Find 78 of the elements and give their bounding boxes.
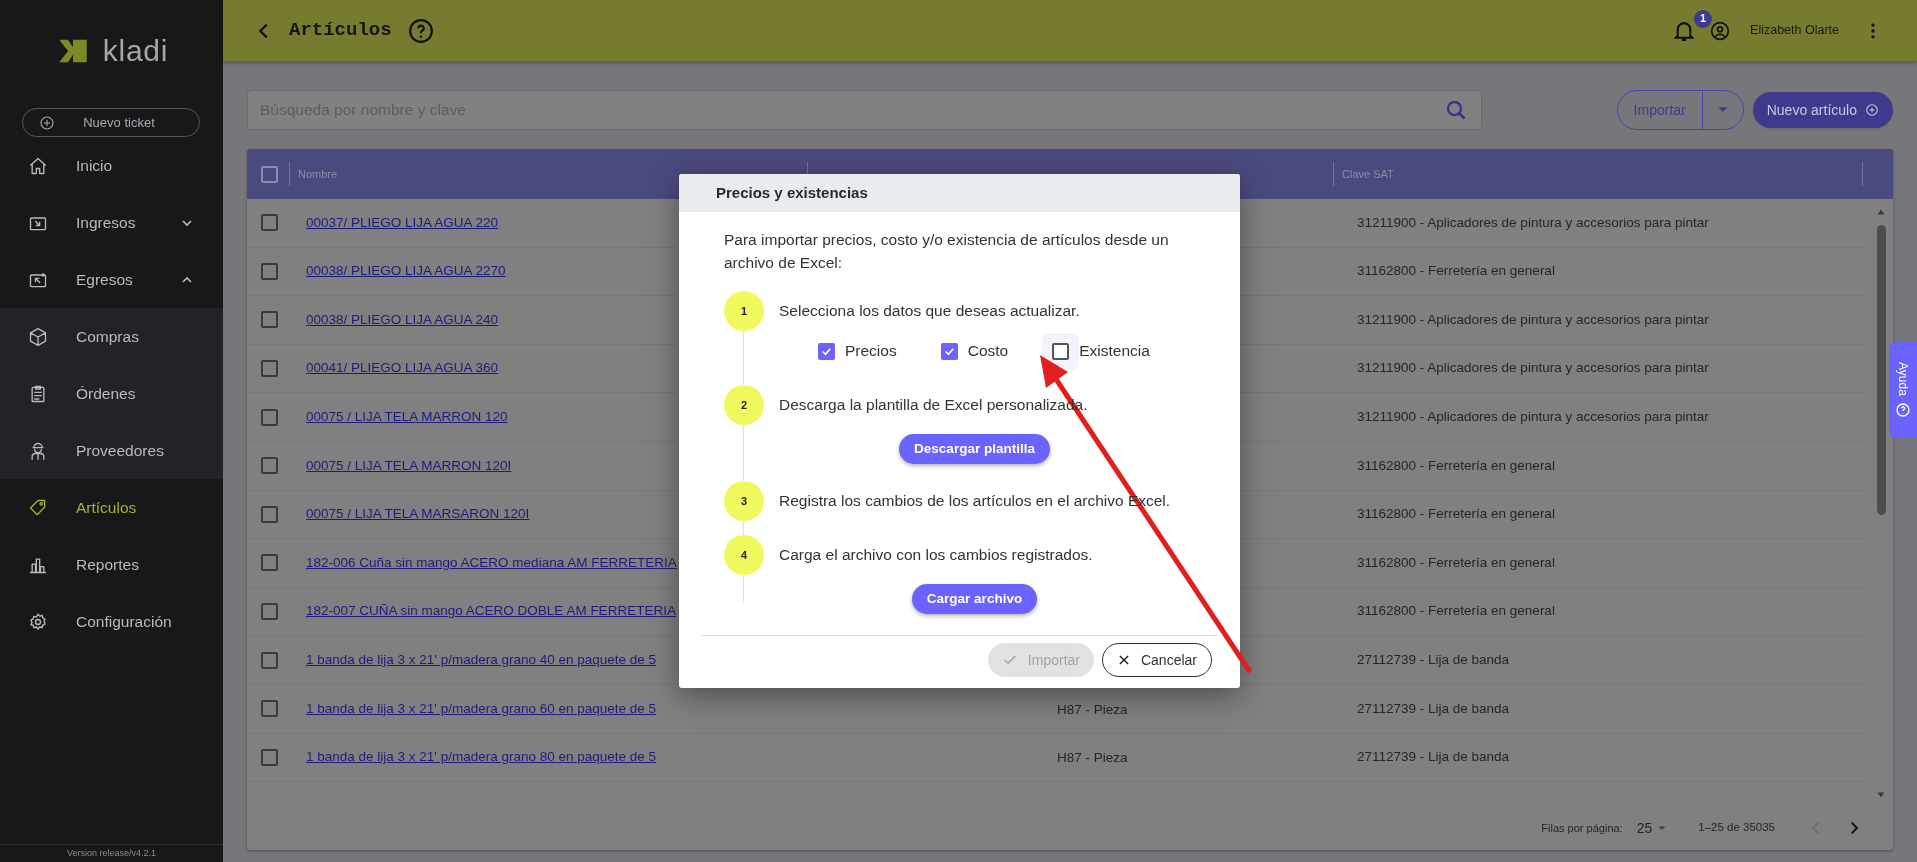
checkbox[interactable]	[261, 603, 278, 621]
new-article-button[interactable]: Nuevo artículo	[1752, 92, 1893, 128]
version-text: Version release/v4.2.1	[66, 846, 157, 860]
sidebar-item[interactable]: Configuración	[0, 593, 223, 650]
checkbox[interactable]	[261, 165, 278, 183]
checkbox[interactable]	[261, 262, 278, 280]
checkbox[interactable]	[261, 214, 278, 232]
page-range: 1–25 de 35035	[1698, 820, 1775, 836]
user-avatar-icon[interactable]	[1710, 20, 1731, 41]
sidebar-item[interactable]: Egresos	[0, 251, 223, 308]
sidebar-item[interactable]: Compras	[0, 308, 223, 365]
close-icon	[1116, 653, 1131, 667]
plus-circle-icon	[1865, 103, 1879, 117]
intro-text: Para importar precios, costo y/o existencia de artículos desde un archivo de Excel:	[724, 230, 1170, 273]
checkbox-label[interactable]: Costo	[967, 339, 1009, 363]
step-number: 4	[724, 535, 764, 575]
rows-per-page-label: Filas por página:	[1541, 820, 1623, 836]
dialog-title: Precios y existencias	[716, 182, 868, 203]
notification-badge: 1	[1694, 9, 1713, 28]
download-template-button[interactable]: Descargar plantilla	[899, 434, 1050, 464]
table-cell-text: 31162800 - Ferretería en general	[1357, 553, 1555, 572]
checkbox[interactable]	[261, 457, 278, 475]
step-text: Selecciona los datos que deseas actualizar.	[779, 301, 1080, 322]
help-circle-icon	[1895, 401, 1911, 418]
checkbox-label[interactable]: Existencia	[1079, 339, 1150, 363]
table-cell-text: 31162800 - Ferretería en general	[1357, 602, 1555, 621]
search-icon[interactable]	[1444, 98, 1468, 122]
checkbox[interactable]	[261, 748, 278, 766]
scroll-up-icon	[1875, 207, 1887, 217]
checkbox[interactable]	[261, 700, 278, 718]
tag-icon	[28, 497, 48, 518]
step-number: 3	[724, 481, 764, 521]
sidebar-item[interactable]: Reportes	[0, 536, 223, 593]
checkbox[interactable]	[261, 505, 278, 523]
checkbox[interactable]	[261, 408, 278, 426]
step-number: 2	[724, 385, 764, 425]
help-icon[interactable]	[407, 17, 434, 44]
sidebar-item[interactable]: Artículos	[0, 479, 223, 536]
article-link[interactable]: 1 banda de lija 3 x 21' p/madera grano 80 en paquete de 5	[306, 747, 1057, 768]
table-cell-text: 31211900 - Aplicadores de pintura y accesorios para pintar	[1357, 408, 1709, 427]
scrollbar[interactable]	[1875, 207, 1887, 800]
step-number: 1	[724, 291, 764, 331]
checkbox[interactable]	[261, 311, 278, 329]
scroll-down-icon	[1875, 790, 1887, 800]
house-icon	[28, 155, 48, 176]
table-cell-text: 31211900 - Aplicadores de pintura y accesorios para pintar	[1357, 310, 1709, 329]
table-cell-text: 31211900 - Aplicadores de pintura y accesorios para pintar	[1357, 213, 1709, 232]
sidebar-item[interactable]: Proveedores	[0, 422, 223, 479]
upload-file-button[interactable]: Cargar archivo	[911, 584, 1038, 614]
plus-circle-icon	[39, 114, 55, 131]
table-cell-text: 31162800 - Ferretería en general	[1357, 505, 1555, 524]
settings-icon	[28, 611, 48, 632]
step-text: Carga el archivo con los cambios registrados.	[779, 545, 1093, 566]
table-cell: H87 - Pieza	[1057, 701, 1128, 717]
page-title: Artículos	[289, 18, 392, 44]
checkbox[interactable]	[261, 554, 278, 572]
table-cell-text: 31162800 - Ferretería en general	[1357, 262, 1555, 281]
article-link[interactable]: 1 banda de lija 3 x 21' p/madera grano 60 en paquete de 5	[306, 698, 1057, 719]
table-cell-text: 27112739 - Lija de banda	[1357, 748, 1510, 767]
checkbox[interactable]	[818, 342, 835, 360]
checkbox[interactable]	[261, 360, 278, 378]
checkbox[interactable]	[940, 342, 958, 360]
logo-text: kladi	[102, 36, 169, 66]
sidebar-item[interactable]: Inicio	[0, 137, 223, 194]
table-cell-text: 31162800 - Ferretería en general	[1357, 456, 1555, 475]
help-tab[interactable]: Ayuda	[1889, 342, 1917, 438]
table-cell-text: 27112739 - Lija de banda	[1357, 651, 1510, 669]
sidebar-item[interactable]: Órdenes	[0, 365, 223, 422]
cube-icon	[28, 326, 48, 347]
table-cell: H87 - Pieza	[1057, 750, 1128, 766]
bell-icon[interactable]	[1674, 19, 1695, 42]
user-name[interactable]: Elizabeth Olarte	[1750, 21, 1839, 40]
table-cell-text: 31211900 - Aplicadores de pintura y accesorios para pintar	[1357, 359, 1709, 378]
checkbox-label[interactable]: Precios	[845, 339, 897, 363]
sidebar-item[interactable]: Ingresos	[0, 194, 223, 251]
checkbox[interactable]	[261, 651, 278, 669]
rows-per-page-select[interactable]: 25	[1636, 817, 1669, 839]
table-cell-text: 27112739 - Lija de banda	[1357, 699, 1510, 718]
